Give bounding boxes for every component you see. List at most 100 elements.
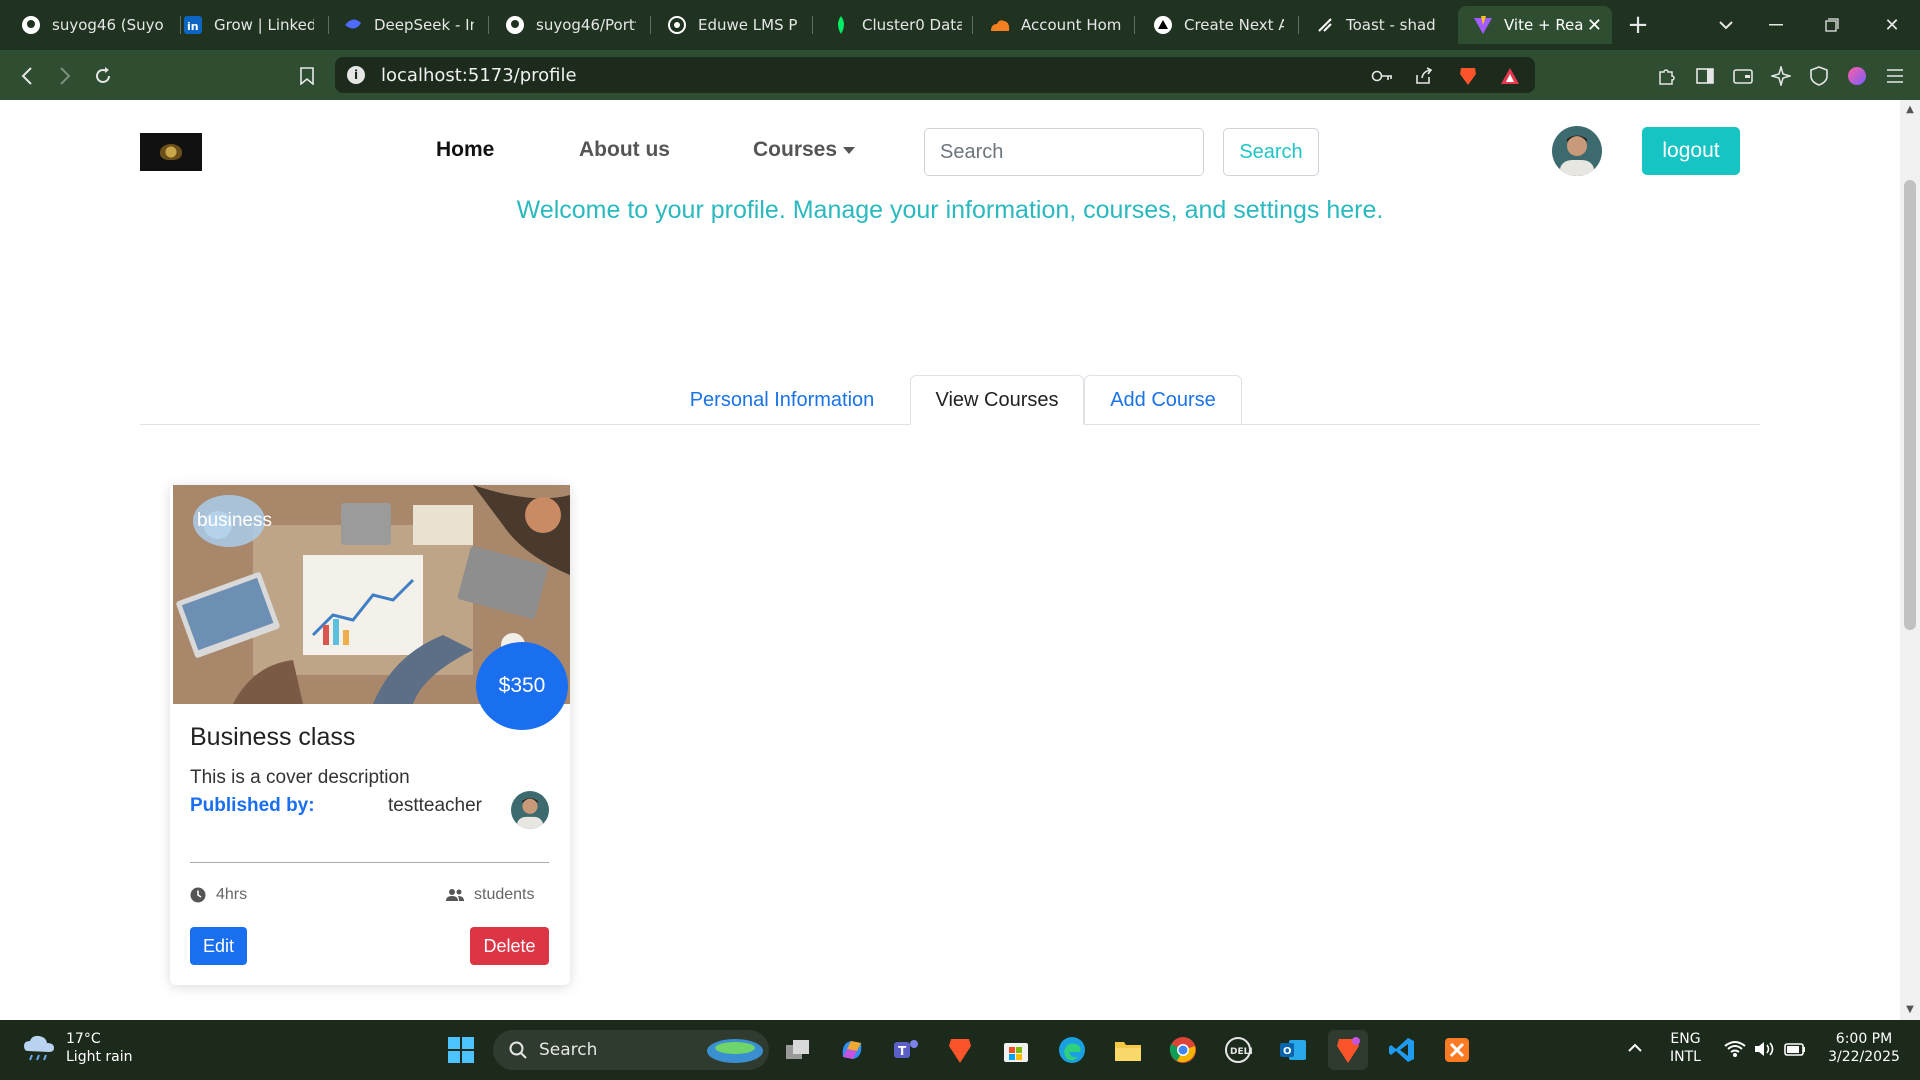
students-text: students — [474, 886, 535, 903]
publisher-avatar — [511, 791, 549, 829]
taskbar-search-label: Search — [539, 1040, 598, 1060]
browser-tab[interactable]: Account Home — [975, 6, 1135, 44]
show-hidden-icons-chevron-icon[interactable] — [1628, 1040, 1642, 1058]
volume-icon[interactable] — [1754, 1040, 1776, 1063]
tab-search-chevron-icon[interactable] — [1706, 10, 1746, 40]
menu-icon[interactable] — [1882, 63, 1908, 89]
sidebar-icon[interactable] — [1692, 63, 1718, 89]
brave-active-icon[interactable] — [1328, 1030, 1368, 1070]
clock-icon — [190, 887, 206, 903]
chrome-icon[interactable] — [1163, 1030, 1203, 1070]
browser-tab[interactable]: suyog46 (Suyo — [6, 6, 178, 44]
restore-icon[interactable] — [1812, 10, 1852, 40]
site-logo[interactable] — [140, 133, 202, 171]
browser-tab[interactable]: Cluster0 Data | — [816, 6, 976, 44]
tab-add-course[interactable]: Add Course — [1084, 375, 1242, 425]
svg-text:T: T — [898, 1044, 907, 1058]
keyboard-layout: INTL — [1670, 1049, 1701, 1065]
user-avatar[interactable] — [1552, 126, 1602, 176]
svg-text:in: in — [187, 20, 199, 33]
start-windows-icon[interactable] — [441, 1030, 481, 1070]
task-view-icon[interactable] — [778, 1030, 818, 1070]
logout-button[interactable]: logout — [1642, 127, 1740, 175]
browser-tab[interactable]: Create Next Ap — [1138, 6, 1298, 44]
github-icon — [504, 14, 526, 36]
outlook-icon[interactable]: O — [1273, 1030, 1313, 1070]
edit-course-button[interactable]: Edit — [190, 927, 247, 965]
page-scrollbar[interactable]: ▲ ▼ — [1900, 100, 1920, 1020]
brave-shields-icon[interactable] — [1457, 65, 1479, 87]
tab-separator — [1134, 16, 1135, 34]
leo-ai-icon[interactable] — [1768, 63, 1794, 89]
vpn-shield-icon[interactable] — [1806, 63, 1832, 89]
url-bar[interactable]: i localhost:5173/profile — [335, 57, 1535, 93]
browser-tab[interactable]: Toast - shadcn — [1300, 6, 1450, 44]
browser-tab-active[interactable]: Vite + Rea ✕ — [1458, 6, 1612, 44]
vscode-icon[interactable] — [1382, 1030, 1422, 1070]
course-description: This is a cover description — [190, 767, 410, 788]
course-card: business $350 Business class This is a c… — [170, 485, 570, 985]
nav-home-link[interactable]: Home — [436, 138, 494, 162]
browser-tab[interactable]: suyog46/Portfo — [490, 6, 650, 44]
file-explorer-icon[interactable] — [1108, 1030, 1148, 1070]
url-text[interactable]: localhost:5173/profile — [381, 65, 577, 86]
battery-icon[interactable] — [1784, 1040, 1806, 1063]
weather-widget[interactable]: 17°C Light rain — [22, 1030, 133, 1066]
page-viewport: Home About us Courses Search logout Welc… — [0, 100, 1900, 1020]
minimize-icon[interactable] — [1756, 10, 1796, 40]
wallet-icon[interactable] — [1730, 63, 1756, 89]
nav-courses-dropdown[interactable]: Courses — [753, 138, 856, 162]
search-input[interactable] — [924, 128, 1204, 176]
dell-icon[interactable]: DELL — [1218, 1030, 1258, 1070]
teams-icon[interactable]: T — [886, 1030, 926, 1070]
card-divider — [190, 862, 549, 863]
close-tab-icon[interactable]: ✕ — [1587, 15, 1602, 36]
share-icon[interactable] — [1413, 65, 1435, 87]
search-highlight-icon — [707, 1039, 763, 1063]
xampp-icon[interactable] — [1437, 1030, 1477, 1070]
microsoft-store-icon[interactable] — [996, 1030, 1036, 1070]
extensions-icon[interactable] — [1654, 63, 1680, 89]
brave-rewards-icon[interactable] — [1499, 65, 1521, 87]
browser-tab[interactable]: DeepSeek - Int — [328, 6, 488, 44]
site-info-icon[interactable]: i — [347, 66, 365, 84]
scroll-up-icon[interactable]: ▲ — [1904, 104, 1916, 116]
close-window-icon[interactable]: ✕ — [1872, 10, 1912, 40]
nav-about-link[interactable]: About us — [579, 138, 670, 162]
wifi-icon[interactable] — [1724, 1040, 1746, 1063]
language-indicator[interactable]: ENG INTL — [1670, 1030, 1701, 1066]
browser-tab[interactable]: Eduwe LMS Pro — [652, 6, 812, 44]
tab-separator — [812, 16, 813, 34]
profile-icon[interactable] — [1844, 63, 1870, 89]
browser-tab[interactable]: in Grow | LinkedI — [168, 6, 328, 44]
cloudflare-icon — [989, 14, 1011, 36]
tab-separator — [972, 16, 973, 34]
reload-icon[interactable] — [90, 63, 116, 89]
search-button[interactable]: Search — [1223, 128, 1319, 176]
forward-icon[interactable] — [52, 63, 78, 89]
copilot-icon[interactable] — [832, 1030, 872, 1070]
back-icon[interactable] — [14, 63, 40, 89]
rain-cloud-icon — [24, 1035, 54, 1061]
course-students: students — [446, 886, 534, 904]
tab-personal-information[interactable]: Personal Information — [662, 375, 902, 425]
password-key-icon[interactable] — [1371, 65, 1393, 87]
edge-icon[interactable] — [1052, 1030, 1092, 1070]
new-tab-icon[interactable]: + — [1618, 10, 1658, 40]
scroll-down-icon[interactable]: ▼ — [1904, 1004, 1916, 1016]
tab-view-courses[interactable]: View Courses — [910, 375, 1084, 425]
deepseek-icon — [342, 14, 364, 36]
scroll-thumb[interactable] — [1904, 180, 1916, 630]
taskbar-search[interactable]: Search — [493, 1030, 769, 1070]
time-text: 6:00 PM — [1835, 1031, 1893, 1047]
clock[interactable]: 6:00 PM 3/22/2025 — [1824, 1030, 1904, 1066]
published-by-label: Published by: — [190, 795, 315, 816]
date-text: 3/22/2025 — [1828, 1049, 1900, 1065]
bookmark-icon[interactable] — [294, 63, 320, 89]
course-title[interactable]: Business class — [190, 723, 355, 752]
taskbar: 17°C Light rain Search T DELL O ENG INTL… — [0, 1020, 1920, 1080]
publisher-name: testteacher — [388, 795, 482, 816]
brave-browser-icon[interactable] — [940, 1030, 980, 1070]
delete-course-button[interactable]: Delete — [470, 927, 549, 965]
tab-separator — [650, 16, 651, 34]
